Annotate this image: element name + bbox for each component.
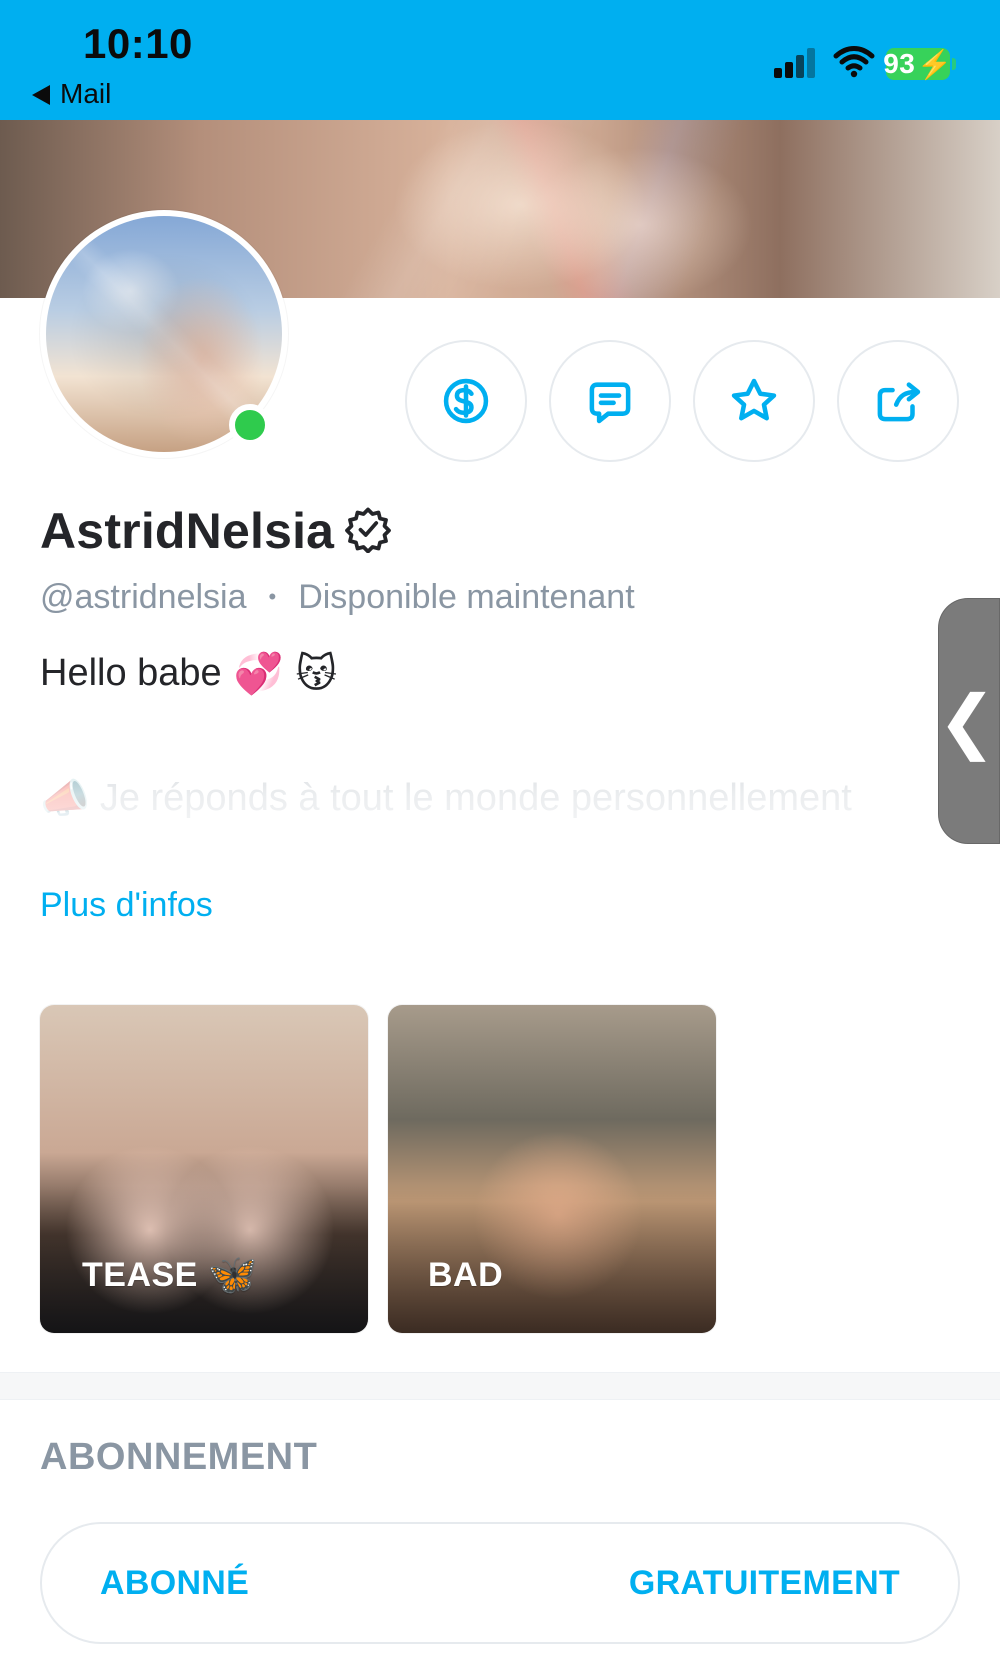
story-highlights: TEASE 🦋 BAD bbox=[40, 1005, 716, 1333]
dollar-coin-icon bbox=[443, 378, 489, 424]
message-button[interactable] bbox=[549, 340, 671, 462]
section-divider bbox=[0, 1372, 1000, 1400]
megaphone-icon: 📣 bbox=[40, 777, 90, 820]
subscription-title: ABONNEMENT bbox=[40, 1436, 318, 1478]
highlight-title: BAD bbox=[428, 1256, 504, 1294]
back-app-label: Mail bbox=[60, 78, 112, 109]
bio-second-line: 📣 Je réponds à tout le monde personnelle… bbox=[40, 777, 960, 820]
highlight-title: TEASE bbox=[82, 1255, 198, 1294]
butterfly-icon: 🦋 bbox=[207, 1252, 259, 1298]
emoji-kissing-cat: 😽 bbox=[295, 650, 338, 697]
signal-bar-2 bbox=[785, 62, 793, 78]
verified-badge-icon bbox=[344, 505, 392, 558]
wifi-icon bbox=[833, 46, 875, 78]
back-to-mail[interactable]: Mail bbox=[32, 78, 111, 110]
bio-text: Hello babe bbox=[40, 652, 222, 694]
charging-bolt-icon: ⚡ bbox=[917, 48, 953, 80]
star-icon bbox=[731, 378, 777, 421]
status-time: 10:10 bbox=[83, 20, 193, 67]
signal-bar-1 bbox=[774, 68, 782, 78]
emoji-hearts: 💞 bbox=[233, 650, 284, 697]
chevron-left-icon: ❮ bbox=[937, 680, 997, 762]
battery-indicator: 93 ⚡ bbox=[883, 48, 956, 80]
back-triangle-icon bbox=[32, 85, 50, 105]
battery-percent: 93 bbox=[883, 48, 916, 79]
signal-bar-4 bbox=[807, 48, 815, 78]
profile-actions bbox=[405, 340, 959, 462]
bio-first-line: Hello babe 💞 😽 bbox=[40, 652, 337, 695]
cellular-signal-icon bbox=[774, 46, 818, 78]
subscription-button[interactable]: ABONNÉ GRATUITEMENT bbox=[40, 1522, 960, 1644]
subscription-status: ABONNÉ bbox=[100, 1563, 250, 1602]
share-icon bbox=[877, 382, 921, 422]
profile-meta: @astridnelsia • Disponible maintenant bbox=[40, 578, 635, 617]
meta-separator: • bbox=[268, 583, 277, 609]
message-icon bbox=[589, 382, 631, 424]
highlight-bad[interactable]: BAD bbox=[388, 1005, 716, 1333]
share-button[interactable] bbox=[837, 340, 959, 462]
favorite-button[interactable] bbox=[693, 340, 815, 462]
signal-bar-3 bbox=[796, 55, 804, 78]
status-bar: 10:10 Mail 93 ⚡ bbox=[0, 0, 1000, 120]
profile-display-name: AstridNelsia bbox=[40, 503, 335, 559]
profile-availability: Disponible maintenant bbox=[298, 578, 635, 616]
online-status-dot bbox=[229, 404, 271, 446]
side-drawer-handle[interactable]: ❮ bbox=[938, 598, 1000, 844]
subscription-price: GRATUITEMENT bbox=[628, 1563, 900, 1602]
bio-text-2: Je réponds à tout le monde personnelleme… bbox=[99, 777, 852, 819]
more-info-link[interactable]: Plus d'infos bbox=[40, 886, 213, 925]
profile-name-row: AstridNelsia bbox=[40, 502, 392, 560]
highlight-label: BAD bbox=[428, 1256, 503, 1295]
profile-username: @astridnelsia bbox=[40, 578, 247, 616]
highlight-tease[interactable]: TEASE 🦋 bbox=[40, 1005, 368, 1333]
highlight-label: TEASE 🦋 bbox=[82, 1255, 258, 1295]
tip-button[interactable] bbox=[405, 340, 527, 462]
